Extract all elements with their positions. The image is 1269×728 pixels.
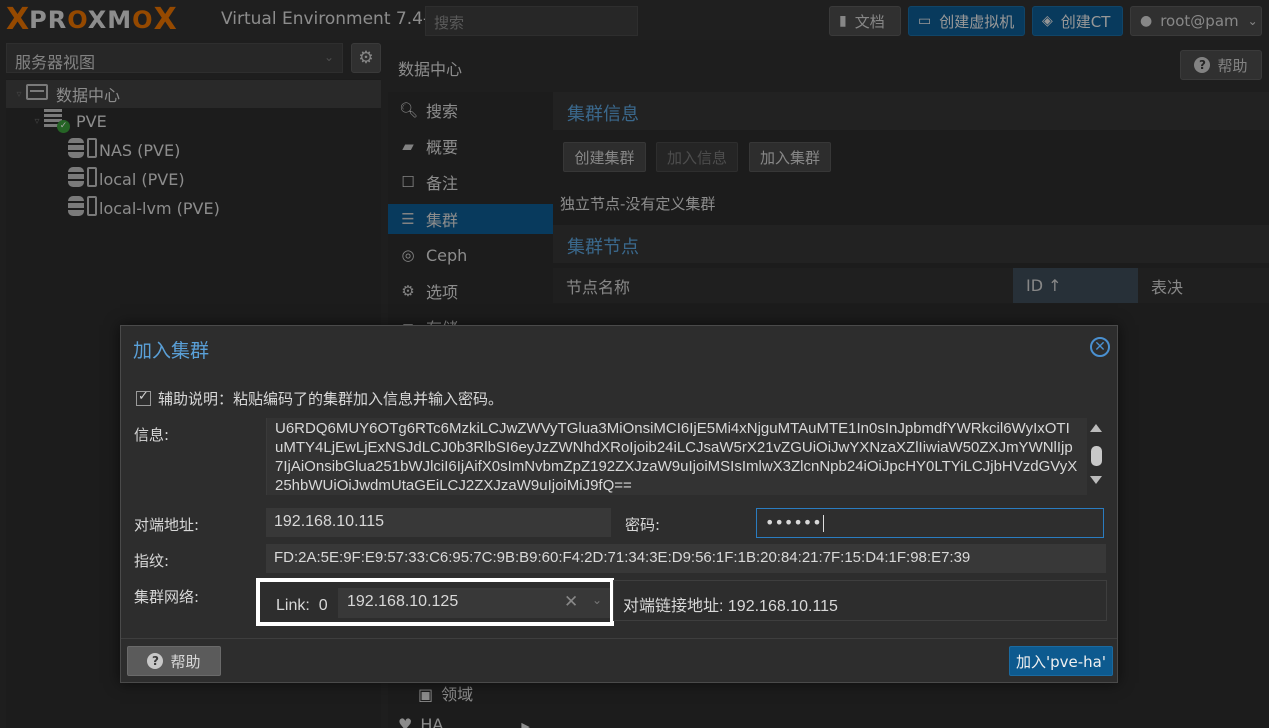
clear-icon[interactable]: ✕ bbox=[564, 592, 578, 612]
peer-address-label: 对端地址: bbox=[134, 516, 200, 534]
fingerprint-field[interactable]: FD:2A:5E:9F:E9:57:33:C6:95:7C:9B:B9:60:F… bbox=[266, 544, 1106, 573]
join-info-textarea[interactable]: U6RDQ6MUY6OTg6RTc6MzkiLCJwZWVyTGlua3MiOn… bbox=[266, 418, 1106, 495]
scrollbar[interactable] bbox=[1087, 418, 1106, 495]
peer-link-container: 对端链接地址: 192.168.10.115 bbox=[613, 580, 1107, 621]
dialog-footer: ? 帮助 加入'pve-ha' bbox=[121, 638, 1117, 682]
link-highlight-box: Link: 0 192.168.10.125 ✕ ⌄ bbox=[256, 578, 614, 626]
chevron-down-icon[interactable]: ⌄ bbox=[592, 593, 602, 607]
scroll-up-icon[interactable] bbox=[1090, 424, 1102, 432]
peer-link-text: 对端链接地址: 192.168.10.115 bbox=[623, 598, 838, 615]
assist-checkbox[interactable]: 辅助说明：粘贴编码了的集群加入信息并输入密码。 bbox=[136, 388, 503, 409]
join-submit-button[interactable]: 加入'pve-ha' bbox=[1009, 646, 1113, 676]
info-label: 信息: bbox=[134, 426, 170, 444]
password-label: 密码: bbox=[625, 516, 661, 534]
link-label: Link: 0 bbox=[276, 597, 328, 614]
join-cluster-dialog: 加入集群 ✕ 辅助说明：粘贴编码了的集群加入信息并输入密码。 信息: U6RDQ… bbox=[120, 325, 1118, 683]
help-button[interactable]: ? 帮助 bbox=[127, 646, 221, 676]
checkbox-checked-icon[interactable] bbox=[136, 389, 151, 406]
fingerprint-label: 指纹: bbox=[134, 552, 170, 570]
scroll-down-icon[interactable] bbox=[1090, 476, 1102, 484]
help-icon: ? bbox=[147, 653, 164, 669]
close-icon[interactable]: ✕ bbox=[1090, 337, 1110, 357]
dialog-title: 加入集群 bbox=[133, 340, 210, 362]
link-address-select[interactable]: 192.168.10.125 ✕ ⌄ bbox=[338, 588, 610, 618]
cluster-network-label: 集群网络: bbox=[134, 588, 200, 606]
scroll-thumb[interactable] bbox=[1091, 446, 1102, 466]
password-field[interactable]: •••••• bbox=[756, 508, 1104, 538]
peer-address-field[interactable]: 192.168.10.115 bbox=[266, 508, 611, 537]
